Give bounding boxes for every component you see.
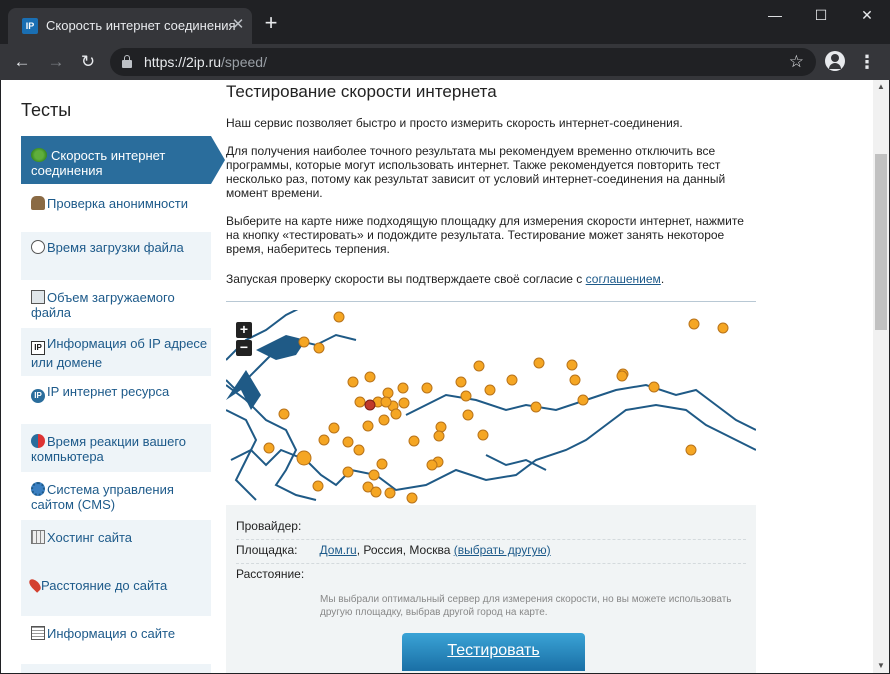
- page-content: Тесты Скорость интернет соединения Прове…: [1, 80, 873, 673]
- sidebar-item-cms[interactable]: Система управления сайтом (CMS): [21, 472, 211, 520]
- hosting-icon: [31, 530, 45, 544]
- test-info-panel: Провайдер: Площадка: Дом.ru, Россия, Моск…: [226, 505, 756, 673]
- distance-label: Расстояние:: [236, 567, 305, 581]
- sidebar-item-ip-info[interactable]: IP Информация об IP адресе или домене: [21, 328, 211, 376]
- change-site-link[interactable]: (выбрать другую): [454, 543, 551, 557]
- distance-row: Расстояние:: [236, 567, 746, 587]
- gear-icon: [31, 482, 45, 496]
- sidebar-item-label: Информация об IP адресе или домене: [31, 336, 208, 370]
- sidebar-item-label: Время реакции вашего компьютера: [31, 434, 187, 464]
- page-title: Тестирование скорости интернета: [226, 82, 497, 101]
- maximize-icon[interactable]: ☐: [798, 0, 844, 30]
- divider: [226, 301, 756, 302]
- browser-tab[interactable]: IP Скорость интернет соединения ✕: [8, 8, 252, 44]
- lock-icon: [122, 55, 132, 68]
- site-label: Площадка:: [236, 543, 298, 557]
- agreement-link[interactable]: соглашением: [586, 272, 661, 286]
- provider-row: Провайдер:: [236, 519, 746, 540]
- agreement-text: Запуская проверку скорости вы подтвержда…: [226, 272, 583, 286]
- site-row: Площадка: Дом.ru, Россия, Москва (выбрать…: [236, 543, 746, 564]
- scroll-thumb[interactable]: [875, 154, 887, 330]
- sidebar-item-label: Расстояние до сайта: [41, 578, 168, 593]
- zoom-in-button[interactable]: +: [236, 322, 252, 338]
- sidebar-item-file-size[interactable]: Объем загружаемого файла: [21, 280, 211, 328]
- sidebar-item-site-info[interactable]: Информация о сайте: [21, 616, 211, 664]
- sidebar-item-speed-active[interactable]: Скорость интернет соединения: [21, 136, 225, 184]
- server-map[interactable]: + −: [226, 310, 756, 505]
- speed-arrow-icon: [31, 148, 47, 162]
- site-location: , Россия, Москва: [356, 543, 451, 557]
- provider-label: Провайдер:: [236, 519, 302, 533]
- document-icon: [31, 626, 45, 640]
- zoom-out-button[interactable]: −: [236, 340, 252, 356]
- sidebar-item-distance[interactable]: Расстояние до сайта: [21, 568, 211, 616]
- agreement-paragraph: Запуская проверку скорости вы подтвержда…: [226, 272, 756, 286]
- address-bar[interactable]: https://2ip.ru/speed/ ☆: [110, 48, 816, 76]
- sidebar-item-anonymity[interactable]: Проверка анонимности: [21, 184, 211, 232]
- sidebar-item-download-time[interactable]: Время загрузки файла: [21, 232, 211, 280]
- box-icon: [31, 290, 45, 304]
- back-arrow-icon[interactable]: ←: [12, 52, 32, 72]
- agreement-suffix: .: [660, 272, 665, 286]
- instructions-paragraph: Выберите на карте ниже подходящую площад…: [226, 214, 744, 256]
- recommendation-paragraph: Для получения наиболее точного результат…: [226, 144, 726, 200]
- person-icon: [31, 196, 45, 210]
- sidebar-item-reaction[interactable]: Время реакции вашего компьютера: [21, 424, 211, 472]
- page-scrollbar[interactable]: ▲ ▼: [873, 80, 889, 673]
- sidebar-item-label: Система управления сайтом (CMS): [31, 482, 174, 512]
- sidebar-item-label: Время загрузки файла: [47, 240, 184, 255]
- forward-arrow-icon[interactable]: →: [46, 52, 66, 72]
- sidebar-item-label: Проверка анонимности: [47, 196, 188, 211]
- selected-server-marker[interactable]: [364, 399, 376, 411]
- server-note: Мы выбрали оптимальный сервер для измере…: [320, 594, 732, 618]
- tab-title: Скорость интернет соединения: [46, 18, 236, 33]
- sidebar-item-hosting[interactable]: Хостинг сайта: [21, 520, 211, 568]
- start-test-button[interactable]: Тестировать: [402, 633, 585, 671]
- sidebar-item-ip-resource[interactable]: IP IP интернет ресурса: [21, 376, 211, 424]
- site-provider-link[interactable]: Дом.ru: [320, 543, 357, 557]
- sidebar-item-partial: [21, 664, 211, 673]
- bookmark-star-icon[interactable]: ☆: [789, 52, 804, 72]
- reload-icon[interactable]: ↻: [78, 52, 98, 72]
- sidebar-item-label: Объем загружаемого файла: [31, 290, 175, 320]
- sidebar-heading: Тесты: [21, 100, 72, 120]
- clock-icon: [31, 240, 45, 254]
- scroll-down-icon[interactable]: ▼: [877, 662, 885, 670]
- url-text: https://2ip.ru/speed/: [144, 54, 267, 70]
- sidebar-item-label: IP интернет ресурса: [47, 384, 170, 399]
- browser-menu-icon[interactable]: ⋮: [858, 52, 876, 72]
- browser-toolbar: ← → ↻ https://2ip.ru/speed/ ☆ ⋮: [0, 44, 890, 80]
- new-tab-icon[interactable]: +: [262, 12, 280, 34]
- sidebar-item-label: Информация о сайте: [47, 626, 176, 641]
- ip-icon: IP: [31, 341, 45, 355]
- map-svg[interactable]: [226, 310, 756, 505]
- favicon-icon: IP: [22, 18, 38, 34]
- scroll-up-icon[interactable]: ▲: [877, 83, 885, 91]
- tab-close-icon[interactable]: ✕: [230, 17, 246, 33]
- browser-window: IP Скорость интернет соединения ✕ + — ☐ …: [0, 0, 890, 674]
- intro-paragraph: Наш сервис позволяет быстро и просто изм…: [226, 116, 683, 130]
- window-close-icon[interactable]: ✕: [844, 0, 890, 30]
- ip-circle-icon: IP: [31, 389, 45, 403]
- sidebar-active-label: Скорость интернет соединения: [31, 148, 166, 178]
- profile-avatar-icon[interactable]: [825, 51, 845, 71]
- reaction-icon: [31, 434, 45, 448]
- sidebar-item-label: Хостинг сайта: [47, 530, 133, 545]
- tab-strip: IP Скорость интернет соединения ✕ + — ☐ …: [0, 0, 890, 44]
- minimize-icon[interactable]: —: [752, 0, 798, 30]
